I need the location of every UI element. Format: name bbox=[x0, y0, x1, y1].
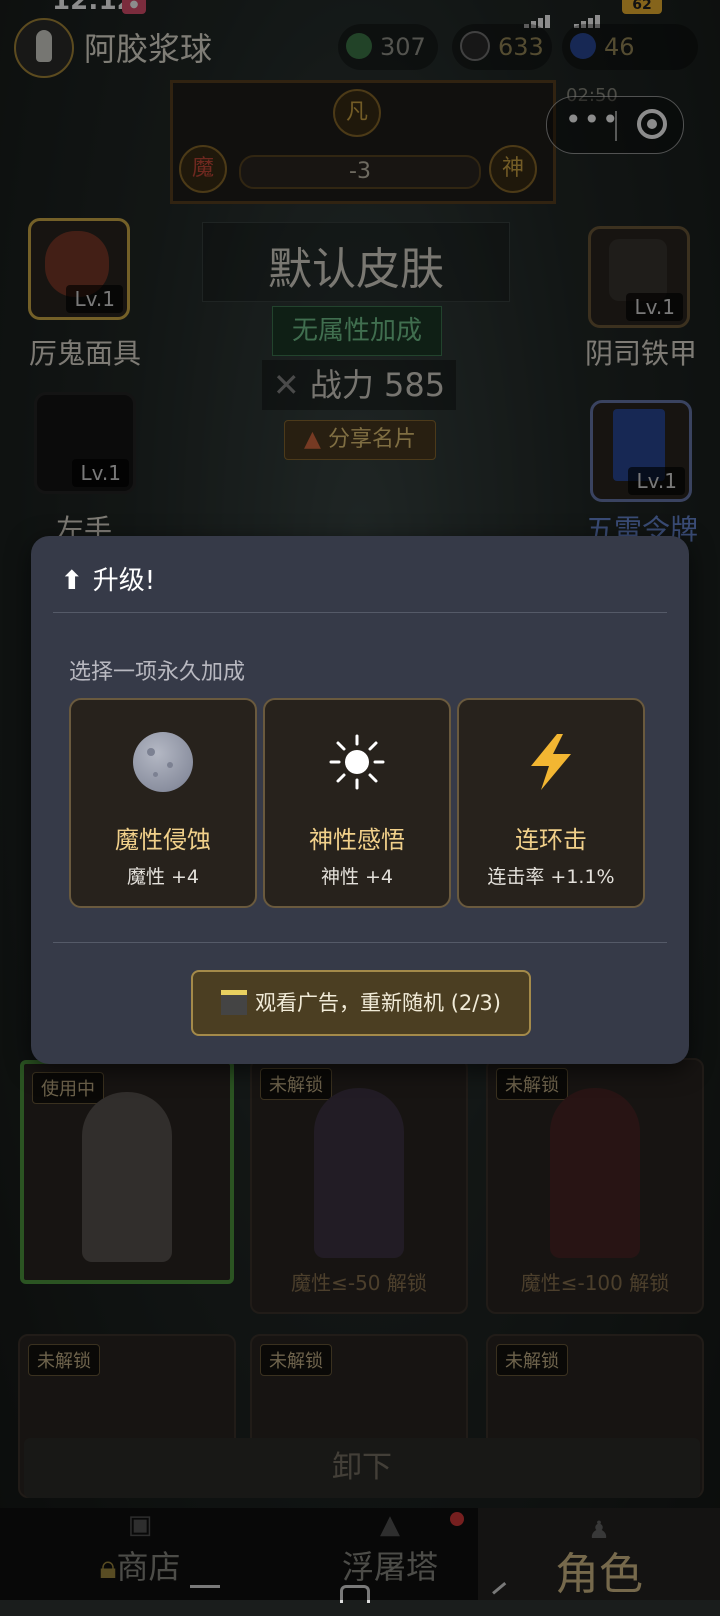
option-name: 连环击 bbox=[515, 826, 587, 854]
option-chain-strike[interactable]: 连环击 连击率 +1.1% bbox=[457, 698, 645, 908]
option-value: 连击率 +1.1% bbox=[487, 866, 615, 888]
watch-ad-reroll-button[interactable]: 观看广告，重新随机 (2/3) bbox=[191, 970, 531, 1036]
option-divine-insight[interactable]: 神性感悟 神性 +4 bbox=[263, 698, 451, 908]
option-name: 魔性侵蚀 bbox=[115, 826, 211, 854]
modal-subtitle: 选择一项永久加成 bbox=[69, 660, 246, 685]
level-up-modal: ⬆ 升级! 选择一项永久加成 魔性侵蚀 魔性 +4 神性感悟 神性 +4 连环击… bbox=[31, 536, 689, 1064]
moon-icon bbox=[133, 732, 193, 792]
modal-title: ⬆ 升级! bbox=[61, 566, 156, 596]
option-value: 魔性 +4 bbox=[126, 866, 200, 888]
option-name: 神性感悟 bbox=[309, 826, 405, 854]
lightning-icon bbox=[521, 732, 581, 792]
sun-icon bbox=[327, 732, 387, 792]
up-arrow-icon: ⬆ bbox=[61, 566, 83, 596]
divider bbox=[53, 942, 667, 943]
divider bbox=[53, 612, 667, 613]
clapperboard-icon bbox=[221, 989, 248, 1015]
option-value: 神性 +4 bbox=[320, 866, 394, 888]
option-demon-erosion[interactable]: 魔性侵蚀 魔性 +4 bbox=[69, 698, 257, 908]
